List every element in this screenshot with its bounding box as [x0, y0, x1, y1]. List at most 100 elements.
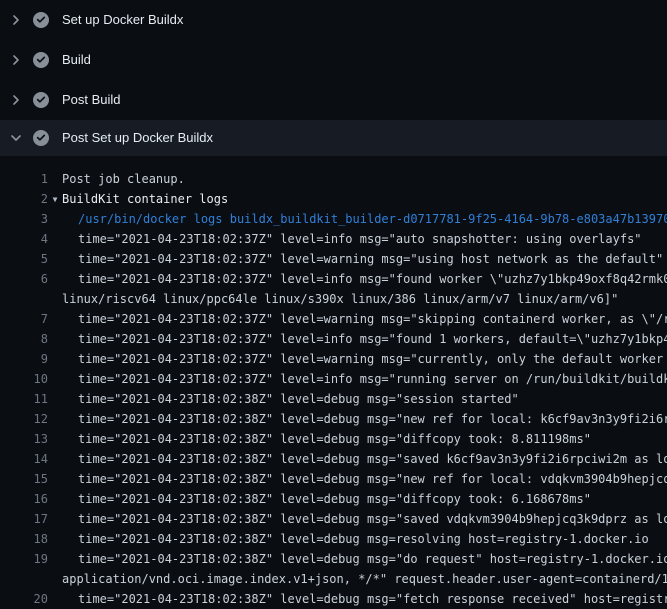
log-line-number[interactable]: 11 [0, 389, 48, 409]
log-row: 20 ▼time="2021-04-23T18:02:38Z" level=de… [0, 589, 667, 609]
log-line-number[interactable]: 3 [0, 209, 48, 229]
log-line-text: ▼time="2021-04-23T18:02:38Z" level=debug… [62, 449, 667, 469]
step-row-0[interactable]: Set up Docker Buildx [0, 0, 667, 40]
log-line-number[interactable]: 6 [0, 269, 48, 289]
log-line-text: ▼time="2021-04-23T18:02:38Z" level=debug… [62, 529, 667, 549]
chevron-right-icon[interactable] [8, 92, 24, 108]
log-line-number[interactable]: 20 [0, 589, 48, 609]
log-row: 7 ▼time="2021-04-23T18:02:37Z" level=war… [0, 309, 667, 329]
log-line-body: time="2021-04-23T18:02:38Z" level=debug … [78, 552, 667, 566]
log-line-body: time="2021-04-23T18:02:38Z" level=debug … [78, 452, 667, 466]
triangle-down-icon[interactable]: ▼ [48, 190, 62, 209]
step-row-1[interactable]: Build [0, 40, 667, 80]
log-line-text: ▼time="2021-04-23T18:02:38Z" level=debug… [62, 489, 667, 509]
log-row: 2 ▼BuildKit container logs [0, 189, 667, 209]
steps-list: Set up Docker Buildx Build P [0, 0, 667, 156]
log-line-body: time="2021-04-23T18:02:38Z" level=debug … [78, 392, 519, 406]
log-line-body: time="2021-04-23T18:02:38Z" level=debug … [78, 592, 667, 606]
log-line-number[interactable]: 7 [0, 309, 48, 329]
step-title: Build [62, 52, 91, 68]
log-line-text: ▼time="2021-04-23T18:02:38Z" level=debug… [62, 509, 667, 529]
log-row: 5 ▼time="2021-04-23T18:02:37Z" level=war… [0, 249, 667, 269]
log-row: 13 ▼time="2021-04-23T18:02:38Z" level=de… [0, 429, 667, 449]
log-row: 3 ▼/usr/bin/docker logs buildx_buildkit_… [0, 209, 667, 229]
log-line-text: ▼time="2021-04-23T18:02:37Z" level=info … [62, 269, 667, 289]
log-line-body: BuildKit container logs [62, 192, 228, 206]
log-line-text: ▼time="2021-04-23T18:02:38Z" level=debug… [62, 549, 667, 569]
log-line-text: ▼time="2021-04-23T18:02:37Z" level=warni… [62, 349, 667, 369]
log-line-body: time="2021-04-23T18:02:38Z" level=debug … [78, 432, 591, 446]
log-row: 1 ▼Post job cleanup. [0, 169, 667, 189]
log-line-number[interactable]: 4 [0, 229, 48, 249]
log-row: 12 ▼time="2021-04-23T18:02:38Z" level=de… [0, 409, 667, 429]
log-row: 15 ▼time="2021-04-23T18:02:38Z" level=de… [0, 469, 667, 489]
log-line-body: application/vnd.oci.image.index.v1+json,… [62, 572, 667, 586]
log-line-number[interactable]: 9 [0, 349, 48, 369]
log-line-text: ▼BuildKit container logs [48, 189, 667, 209]
check-circle-icon [33, 130, 49, 146]
log-row: 8 ▼time="2021-04-23T18:02:37Z" level=inf… [0, 329, 667, 349]
log-line-text: ▼time="2021-04-23T18:02:38Z" level=debug… [62, 389, 667, 409]
log-row: 10 ▼time="2021-04-23T18:02:37Z" level=in… [0, 369, 667, 389]
log-line-number[interactable]: 12 [0, 409, 48, 429]
log-line-number[interactable]: 2 [0, 189, 48, 209]
log-line-number[interactable]: 13 [0, 429, 48, 449]
log-line-text: ▼time="2021-04-23T18:02:37Z" level=warni… [62, 309, 667, 329]
log-row: 4 ▼time="2021-04-23T18:02:37Z" level=inf… [0, 229, 667, 249]
log-line-text: ▼application/vnd.oci.image.index.v1+json… [62, 569, 667, 589]
log-line-number[interactable]: 8 [0, 329, 48, 349]
check-circle-icon [33, 52, 49, 68]
step-row-2[interactable]: Post Build [0, 80, 667, 120]
log-line-text: ▼time="2021-04-23T18:02:38Z" level=debug… [62, 469, 667, 489]
log-line-body: time="2021-04-23T18:02:37Z" level=info m… [78, 332, 667, 346]
log-row: 6 ▼time="2021-04-23T18:02:37Z" level=inf… [0, 269, 667, 289]
log-line-text: ▼time="2021-04-23T18:02:37Z" level=warni… [62, 249, 667, 269]
log-row: ▼application/vnd.oci.image.index.v1+json… [0, 569, 667, 589]
log-line-body: time="2021-04-23T18:02:38Z" level=debug … [78, 512, 667, 526]
log-line-number[interactable] [0, 289, 48, 309]
log-line-number[interactable]: 1 [0, 169, 48, 189]
step-title: Post Set up Docker Buildx [62, 130, 213, 146]
log-line-text: ▼time="2021-04-23T18:02:37Z" level=info … [62, 369, 667, 389]
chevron-down-icon[interactable] [8, 130, 24, 146]
log-line-text: ▼time="2021-04-23T18:02:38Z" level=debug… [62, 589, 667, 609]
log-line-text: ▼linux/riscv64 linux/ppc64le linux/s390x… [62, 289, 667, 309]
log-row: 11 ▼time="2021-04-23T18:02:38Z" level=de… [0, 389, 667, 409]
log-line-number[interactable]: 10 [0, 369, 48, 389]
log-line-body: time="2021-04-23T18:02:37Z" level=info m… [78, 372, 667, 386]
log-line-text: ▼time="2021-04-23T18:02:37Z" level=info … [62, 229, 667, 249]
log-line-body: linux/riscv64 linux/ppc64le linux/s390x … [62, 292, 618, 306]
log-line-text: ▼/usr/bin/docker logs buildx_buildkit_bu… [62, 209, 667, 229]
log-line-number[interactable]: 18 [0, 529, 48, 549]
log-row: 19 ▼time="2021-04-23T18:02:38Z" level=de… [0, 549, 667, 569]
log-line-body: time="2021-04-23T18:02:37Z" level=warnin… [78, 312, 667, 326]
log-area: 1 ▼Post job cleanup. 2 ▼BuildKit contain… [0, 156, 667, 609]
step-title: Post Build [62, 92, 121, 108]
log-line-number[interactable]: 14 [0, 449, 48, 469]
log-row: 18 ▼time="2021-04-23T18:02:38Z" level=de… [0, 529, 667, 549]
log-line-body: time="2021-04-23T18:02:38Z" level=debug … [78, 412, 667, 426]
chevron-right-icon[interactable] [8, 52, 24, 68]
log-row: 9 ▼time="2021-04-23T18:02:37Z" level=war… [0, 349, 667, 369]
log-line-text: ▼Post job cleanup. [62, 169, 667, 189]
step-title: Set up Docker Buildx [62, 12, 183, 28]
log-line-body: time="2021-04-23T18:02:37Z" level=info m… [78, 272, 667, 286]
log-line-number[interactable]: 16 [0, 489, 48, 509]
log-line-number[interactable]: 15 [0, 469, 48, 489]
log-line-body: time="2021-04-23T18:02:37Z" level=info m… [78, 232, 642, 246]
log-row: ▼linux/riscv64 linux/ppc64le linux/s390x… [0, 289, 667, 309]
chevron-right-icon[interactable] [8, 12, 24, 28]
log-line-number[interactable]: 17 [0, 509, 48, 529]
step-row-3[interactable]: Post Set up Docker Buildx [0, 120, 667, 156]
log-row: 16 ▼time="2021-04-23T18:02:38Z" level=de… [0, 489, 667, 509]
log-line-body: Post job cleanup. [62, 172, 185, 186]
check-circle-icon [33, 12, 49, 28]
log-row: 17 ▼time="2021-04-23T18:02:38Z" level=de… [0, 509, 667, 529]
log-line-number[interactable]: 19 [0, 549, 48, 569]
log-line-number[interactable] [0, 569, 48, 589]
log-line-body: time="2021-04-23T18:02:38Z" level=debug … [78, 532, 649, 546]
check-circle-icon [33, 92, 49, 108]
log-line-text: ▼time="2021-04-23T18:02:37Z" level=info … [62, 329, 667, 349]
log-line-body: time="2021-04-23T18:02:38Z" level=debug … [78, 492, 591, 506]
log-line-number[interactable]: 5 [0, 249, 48, 269]
